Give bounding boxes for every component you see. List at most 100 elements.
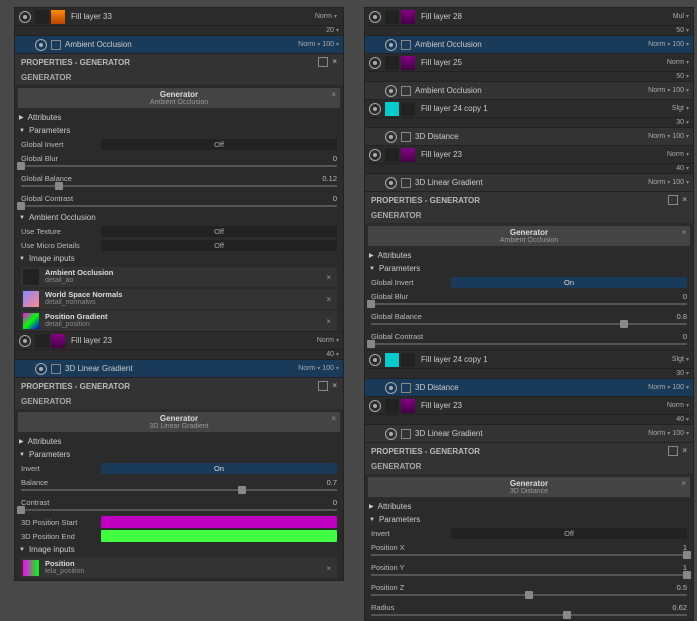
visibility-icon[interactable] [369,11,381,23]
undock-icon[interactable] [668,446,678,456]
close-icon[interactable]: × [322,273,335,282]
param-global-contrast: Global Contrast 0 [15,191,343,205]
slider[interactable] [371,614,687,616]
toggle[interactable]: Off [101,226,337,237]
attributes-toggle[interactable]: ▶Attributes [365,500,693,513]
attributes-toggle[interactable]: ▶Attributes [365,249,693,262]
visibility-icon[interactable] [19,335,31,347]
effect-row[interactable]: 3D Distance Norm ▾ 100 ▾ [365,379,693,397]
generator-band[interactable]: Generator Ambient Occlusion × [368,226,690,246]
close-icon[interactable]: × [682,446,687,456]
layer-name[interactable]: Fill layer 33 [67,12,315,21]
close-icon[interactable]: × [682,195,687,205]
slider[interactable] [21,509,337,511]
layer-row[interactable]: Fill layer 23 Norm ▾ [365,397,693,415]
visibility-icon[interactable] [35,363,47,375]
toggle[interactable]: Off [451,528,687,539]
undock-icon[interactable] [318,57,328,67]
slider[interactable] [371,323,687,325]
image-inputs-toggle[interactable]: ▼Image inputs [15,252,343,265]
color-swatch[interactable] [101,516,337,528]
generator-band[interactable]: Generator Ambient Occlusion × [18,88,340,108]
image-input[interactable]: Positiontela_position × [21,558,337,578]
slider[interactable] [371,594,687,596]
layer-row[interactable]: Fill layer 24 copy 1 Slgt ▾ [365,100,693,118]
effect-row[interactable]: Ambient Occlusion Norm ▾ 100 ▾ [15,36,343,54]
undock-icon[interactable] [318,381,328,391]
input-thumb [23,291,39,307]
slider[interactable] [21,205,337,207]
param-use-micro: Use Micro Details Off [15,238,343,252]
layer-row[interactable]: Fill layer 23 Norm ▾ [365,146,693,164]
param-contrast: Contrast 0 [15,495,343,509]
toggle[interactable]: On [451,277,687,288]
blend-mode[interactable]: Norm [315,13,332,20]
generator-band[interactable]: Generator 3D Linear Gradient × [18,412,340,432]
image-input[interactable]: World Space Normalsdetail_normalws × [21,289,337,309]
effect-row[interactable]: 3D Linear Gradient Norm ▾ 100 ▾ [365,174,693,192]
effect-name[interactable]: 3D Linear Gradient [61,364,298,373]
effect-row[interactable]: Ambient Occlusion Norm ▾ 100 ▾ [365,82,693,100]
close-icon[interactable]: × [332,57,337,67]
image-input[interactable]: Position Gradientdetail_position × [21,311,337,331]
slider[interactable] [21,185,337,187]
close-icon[interactable]: × [322,564,335,573]
parameters-toggle[interactable]: ▼Parameters [365,513,693,526]
mask-thumb[interactable] [35,334,49,348]
mask-thumb[interactable] [35,10,49,24]
chevron-down-icon[interactable]: ▾ [334,13,337,20]
toggle[interactable]: On [101,463,337,474]
effect-row[interactable]: 3D Linear Gradient Norm ▾ 100 ▾ [365,425,693,443]
close-icon[interactable]: × [332,381,337,391]
opacity-value[interactable]: 20 [326,27,334,34]
toggle[interactable]: Off [101,240,337,251]
input-thumb [23,269,39,285]
layer-thumb[interactable] [51,10,65,24]
parameters-toggle[interactable]: ▼Parameters [365,262,693,275]
input-thumb [23,313,39,329]
attributes-toggle[interactable]: ▶Attributes [15,111,343,124]
close-icon[interactable]: × [322,295,335,304]
layer-row[interactable]: Fill layer 24 copy 1 Slgt ▾ [365,351,693,369]
close-icon[interactable]: × [322,317,335,326]
parameters-toggle[interactable]: ▼Parameters [15,448,343,461]
layer-row[interactable]: Fill layer 28 Mul ▾ [365,8,693,26]
slider[interactable] [21,489,337,491]
undock-icon[interactable] [668,195,678,205]
close-icon[interactable]: × [681,479,686,488]
color-swatch[interactable] [101,530,337,542]
slider[interactable] [371,303,687,305]
effect-row[interactable]: 3D Linear Gradient Norm ▾ 100 ▾ [15,360,343,378]
chevron-right-icon: ▶ [19,114,24,121]
layer-row[interactable]: Fill layer 23 Norm ▾ [15,332,343,350]
generator-heading: GENERATOR [15,70,343,85]
parameters-toggle[interactable]: ▼Parameters [15,124,343,137]
generator-band[interactable]: Generator 3D Distance × [368,477,690,497]
chevron-down-icon: ▼ [19,256,25,262]
attributes-toggle[interactable]: ▶Attributes [15,435,343,448]
effect-name[interactable]: Ambient Occlusion [61,40,298,49]
layer-thumb[interactable] [51,334,65,348]
visibility-icon[interactable] [35,39,47,51]
param-global-balance: Global Balance 0.12 [15,171,343,185]
layer-row[interactable]: Fill layer 33 Norm▾ [15,8,343,26]
slider[interactable] [371,554,687,556]
effect-row[interactable]: 3D Distance Norm ▾ 100 ▾ [365,128,693,146]
slider[interactable] [21,165,337,167]
layer-name[interactable]: Fill layer 23 [67,336,317,345]
layer-row[interactable]: Fill layer 25 Norm ▾ [365,54,693,72]
properties-header: PROPERTIES - GENERATOR × [365,443,693,459]
param-balance: Balance 0.7 [15,475,343,489]
visibility-icon[interactable] [19,11,31,23]
toggle[interactable]: Off [101,139,337,150]
image-input[interactable]: Ambient Occlusiondetail_ao × [21,267,337,287]
close-icon[interactable]: × [331,90,336,99]
close-icon[interactable]: × [681,228,686,237]
close-icon[interactable]: × [331,414,336,423]
slider[interactable] [371,343,687,345]
effect-row[interactable]: Ambient Occlusion Norm ▾ 100 ▾ [365,36,693,54]
slider[interactable] [371,574,687,576]
ao-toggle[interactable]: ▼Ambient Occlusion [15,211,343,224]
layer-opacity-row: 40 ▾ [15,350,343,360]
image-inputs-toggle[interactable]: ▼Image inputs [15,543,343,556]
